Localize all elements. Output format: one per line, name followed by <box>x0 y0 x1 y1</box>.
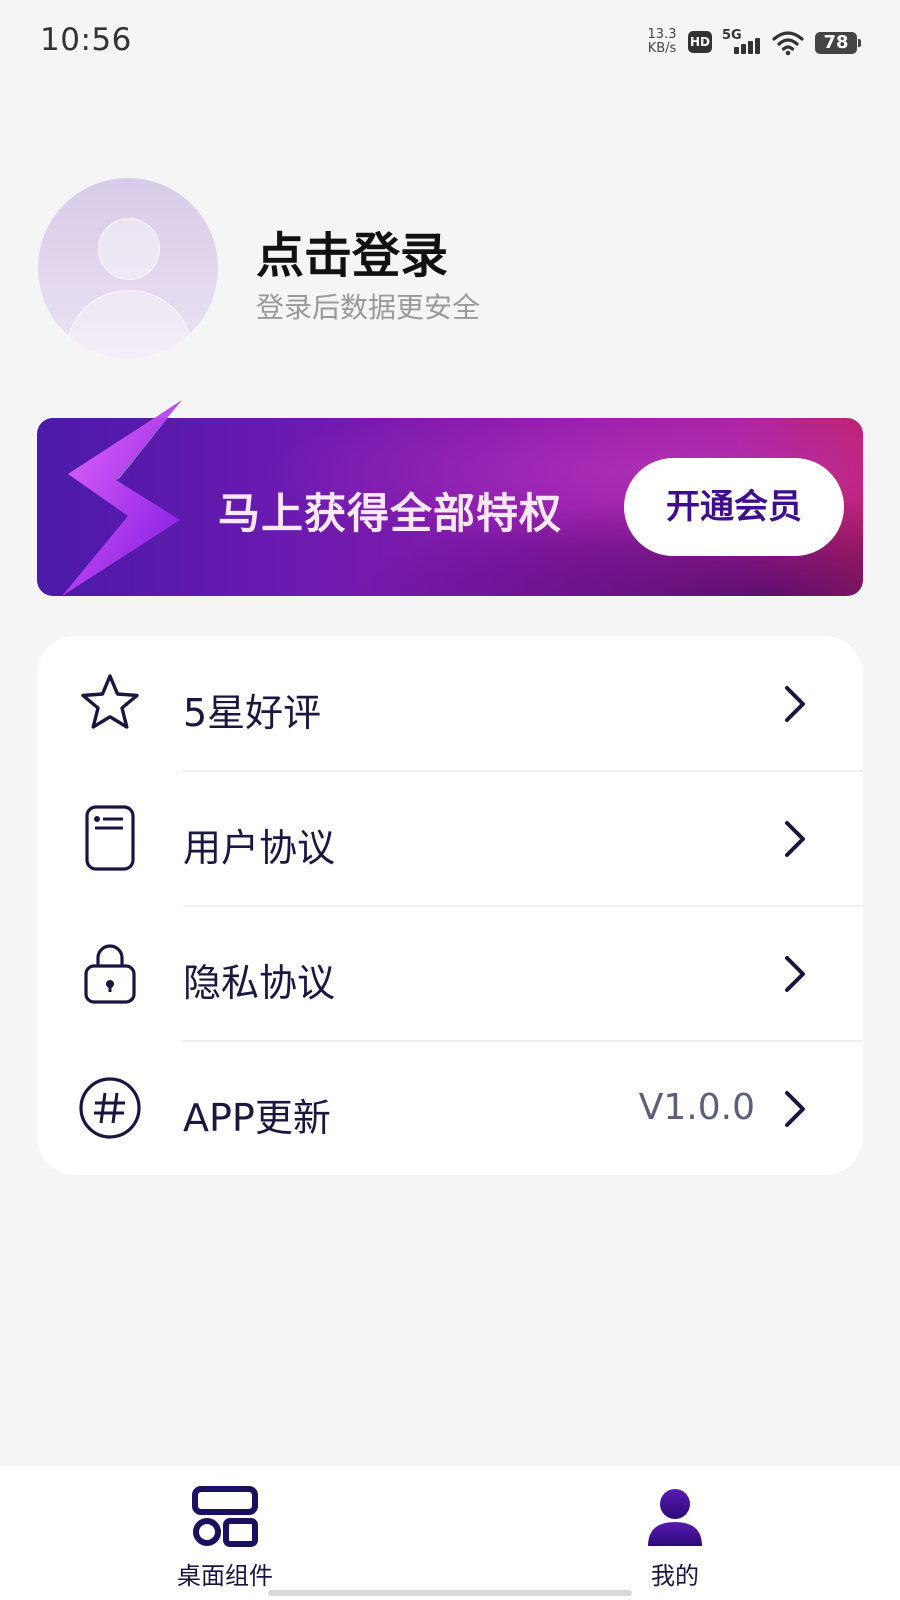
menu-item-app-update[interactable]: APP更新 V1.0.0 <box>37 1041 863 1176</box>
star-icon <box>81 674 139 729</box>
tab-mine[interactable]: 我的 <box>595 1486 755 1590</box>
login-subtitle: 登录后数据更安全 <box>256 291 481 324</box>
battery-icon: 78 <box>815 32 861 54</box>
activate-vip-button[interactable]: 开通会员 <box>624 458 844 556</box>
signal-icon <box>732 34 762 54</box>
document-icon <box>85 805 135 871</box>
network-speed-unit: KB/s <box>647 41 677 56</box>
menu-item-privacy[interactable]: 隐私协议 <box>37 906 863 1041</box>
app-version: V1.0.0 <box>638 1087 755 1128</box>
login-title[interactable]: 点击登录 <box>256 216 448 286</box>
vip-promo-text: 马上获得全部特权 <box>218 489 563 538</box>
user-icon <box>648 1489 702 1546</box>
status-bar: 10:56 13.3 KB/s HD 5G 78 <box>0 0 900 88</box>
avatar-body <box>66 290 192 358</box>
lock-icon <box>84 944 136 1004</box>
menu-label: 5星好评 <box>183 691 322 735</box>
tab-label: 桌面组件 <box>177 1562 273 1590</box>
avatar[interactable] <box>38 178 218 358</box>
hash-icon <box>79 1077 141 1139</box>
tab-label: 我的 <box>651 1562 699 1590</box>
menu-label: 隐私协议 <box>183 961 336 1005</box>
home-indicator[interactable] <box>268 1590 632 1596</box>
bottom-nav: 桌面组件 我的 <box>0 1466 900 1600</box>
chevron-right-icon <box>785 956 805 992</box>
settings-menu: 5星好评 用户协议 隐私协议 APP更新 V1.0.0 <box>37 636 863 1175</box>
menu-item-user-agreement[interactable]: 用户协议 <box>37 771 863 906</box>
chevron-right-icon <box>785 821 805 857</box>
network-speed-value: 13.3 <box>647 27 677 42</box>
avatar-head <box>98 218 160 280</box>
chevron-right-icon <box>785 686 805 722</box>
network-speed: 13.3 KB/s <box>646 28 678 56</box>
menu-item-rate[interactable]: 5星好评 <box>37 636 863 771</box>
chevron-right-icon <box>785 1091 805 1127</box>
menu-label: APP更新 <box>183 1096 331 1140</box>
tab-desktop-widgets[interactable]: 桌面组件 <box>145 1486 305 1590</box>
status-time: 10:56 <box>40 22 132 58</box>
widgets-icon <box>192 1486 258 1547</box>
wifi-icon <box>772 31 804 56</box>
lightning-bolt-icon <box>62 400 182 596</box>
menu-label: 用户协议 <box>183 826 336 870</box>
hd-icon: HD <box>688 31 712 53</box>
